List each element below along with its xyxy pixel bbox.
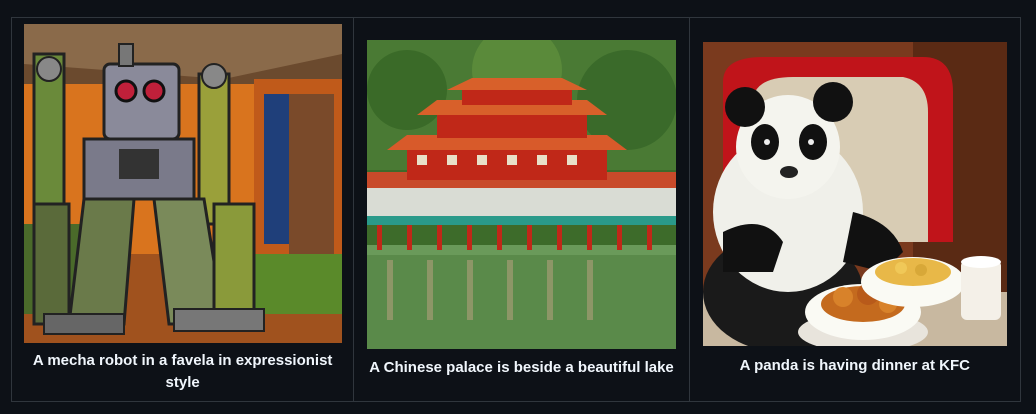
chinese-palace-image [366,40,676,349]
panda-kfc-image [702,42,1007,346]
image-gallery: A mecha robot in a favela in expressioni… [11,17,1021,402]
caption-panda-kfc: A panda is having dinner at KFC [739,357,970,374]
mecha-robot-image [23,24,342,343]
caption-chinese-palace: A Chinese palace is beside a beautiful l… [369,359,674,376]
gallery-item-chinese-palace: A Chinese palace is beside a beautiful l… [354,18,690,401]
caption-mecha-robot: A mecha robot in a favela in expressioni… [32,352,333,391]
gallery-item-panda-kfc: A panda is having dinner at KFC [690,18,1020,401]
gallery-item-mecha-robot: A mecha robot in a favela in expressioni… [12,18,355,401]
